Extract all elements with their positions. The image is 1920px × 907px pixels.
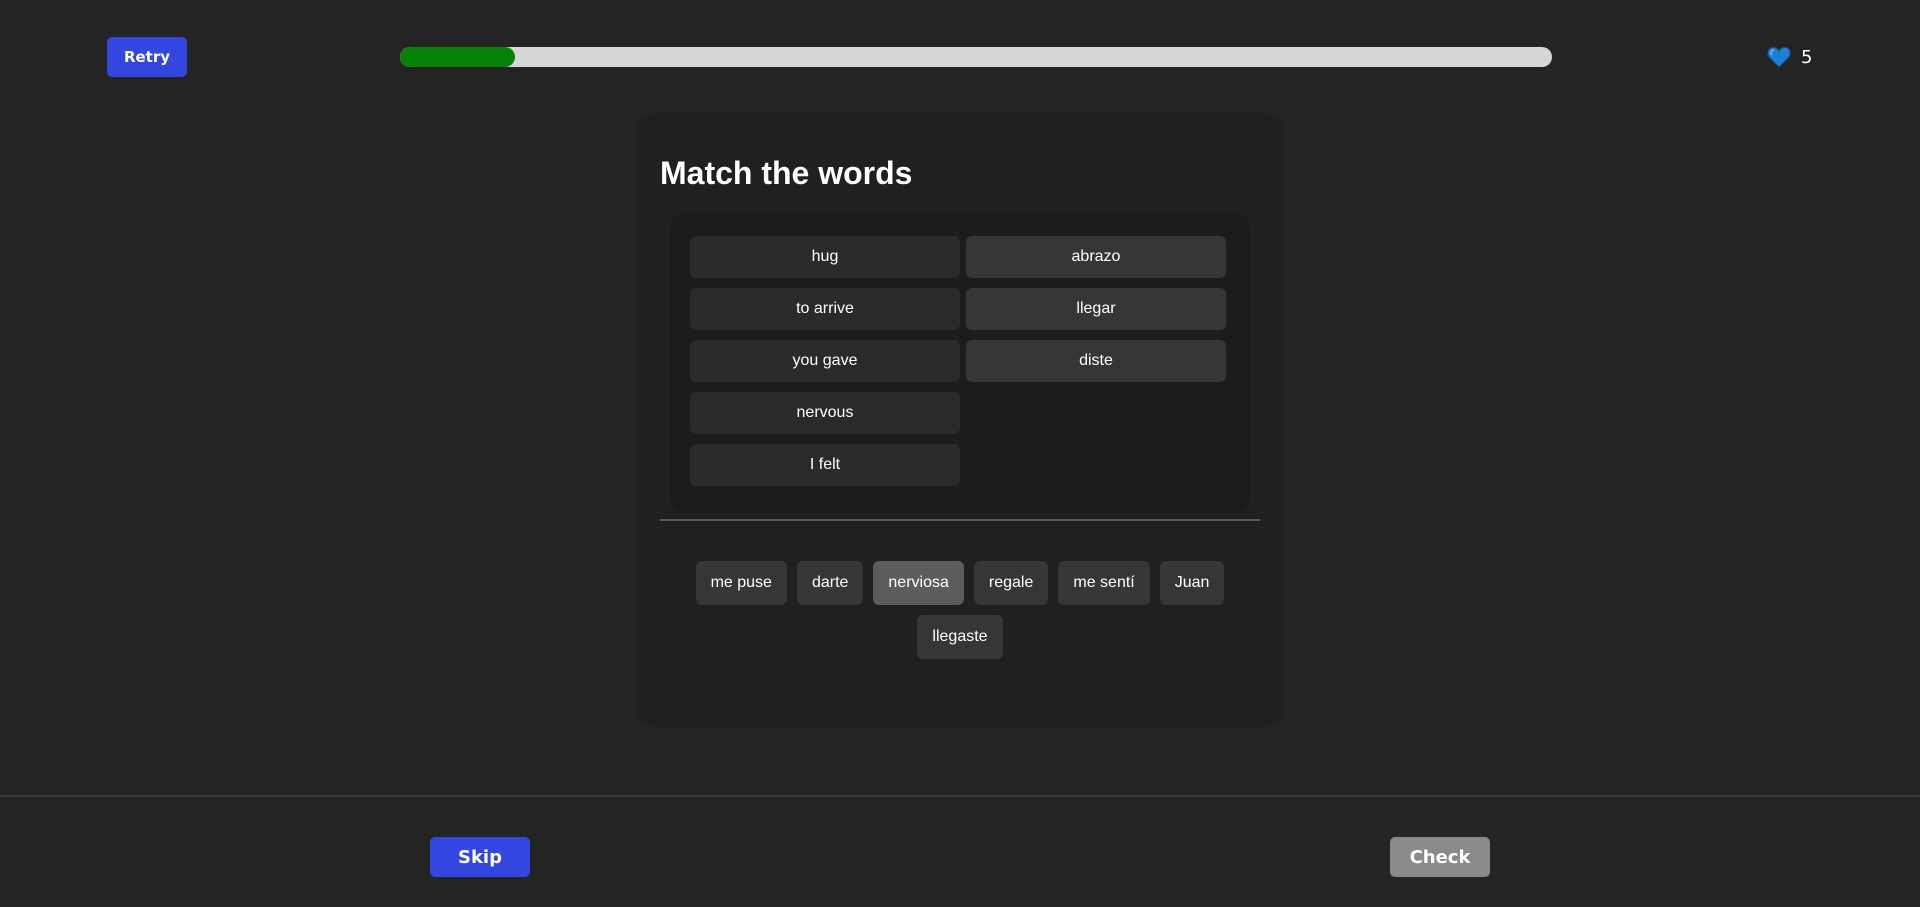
word-chip[interactable]: Juan xyxy=(1159,561,1225,605)
word-chip-selected[interactable]: nerviosa xyxy=(873,561,964,605)
word-chip[interactable]: me sentí xyxy=(1058,561,1150,605)
pair-left-tile[interactable]: nervous xyxy=(690,392,960,434)
pair-right-tile[interactable]: llegar xyxy=(966,288,1226,330)
pair-left-tile[interactable]: you gave xyxy=(690,340,960,382)
hearts-counter: 5 xyxy=(1767,44,1812,70)
word-chip[interactable]: llegaste xyxy=(917,615,1003,659)
footer-divider xyxy=(0,795,1920,797)
exercise-title: Match the words xyxy=(660,155,913,191)
pair-right-tile[interactable]: abrazo xyxy=(966,236,1226,278)
exercise-card: Match the words hug abrazo to arrive lle… xyxy=(639,117,1281,723)
progress-fill xyxy=(400,47,516,67)
pair-left-tile[interactable]: I felt xyxy=(690,444,960,486)
check-button[interactable]: Check xyxy=(1390,837,1490,877)
skip-button[interactable]: Skip xyxy=(430,837,530,877)
word-chip[interactable]: darte xyxy=(796,561,864,605)
word-bank: me puse darte nerviosa regale me sentí J… xyxy=(660,561,1260,659)
word-chip[interactable]: regale xyxy=(973,561,1049,605)
retry-button[interactable]: Retry xyxy=(107,37,187,77)
pair-left-tile[interactable]: hug xyxy=(690,236,960,278)
pair-left-tile[interactable]: to arrive xyxy=(690,288,960,330)
pair-right-tile[interactable]: diste xyxy=(966,340,1226,382)
top-bar: Retry 5 xyxy=(0,0,1920,110)
hearts-count: 5 xyxy=(1801,46,1813,68)
heart-icon xyxy=(1767,46,1791,68)
divider xyxy=(660,519,1260,521)
word-chip[interactable]: me puse xyxy=(695,561,787,605)
progress-bar xyxy=(400,47,1552,67)
match-pairs-panel: hug abrazo to arrive llegar you gave dis… xyxy=(670,214,1250,512)
